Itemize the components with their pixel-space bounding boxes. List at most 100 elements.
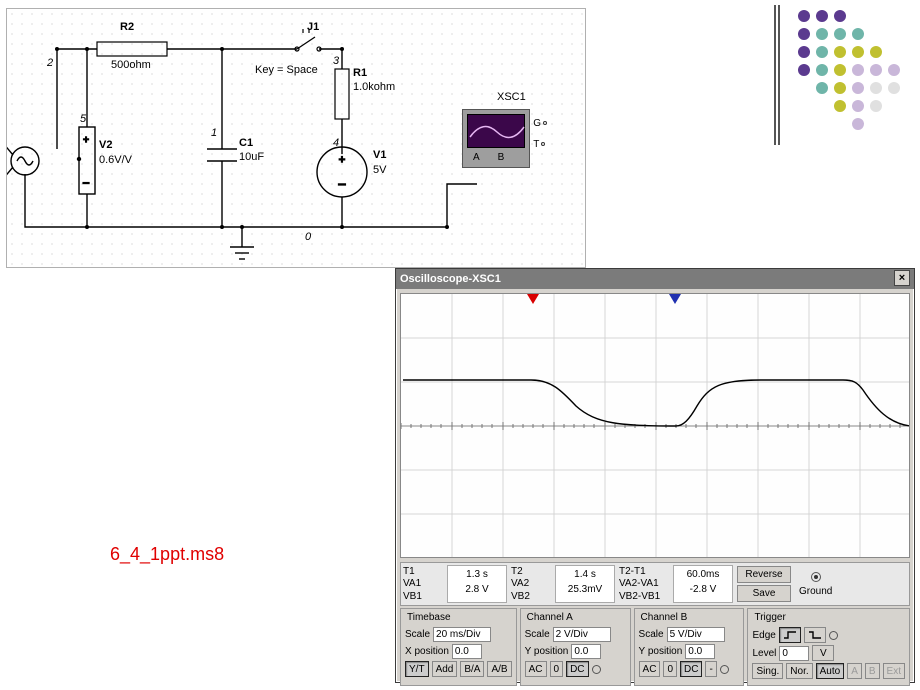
channelA-title: Channel A (525, 612, 575, 623)
sing-button[interactable]: Sing. (752, 663, 783, 679)
node-1: 1 (211, 127, 217, 139)
dt-values: 60.0ms -2.8 V (673, 565, 733, 603)
timebase-xpos-input[interactable] (452, 644, 482, 659)
dt-labels: T2-T1 VA2-VA1 VB2-VB1 (617, 563, 673, 605)
chB-ac-button[interactable]: AC (639, 661, 661, 677)
svg-text:−: − (82, 176, 89, 190)
xsc1-label: XSC1 (497, 91, 526, 103)
chA-ac-button[interactable]: AC (525, 661, 547, 677)
chB-scale-label: Scale (639, 629, 664, 640)
timebase-xpos-label: X position (405, 646, 449, 657)
cursor-t1[interactable] (527, 294, 539, 304)
node-3: 3 (333, 55, 339, 67)
timebase-scale-label: Scale (405, 629, 430, 640)
cursor-t2[interactable] (669, 294, 681, 304)
chA-dc-button[interactable]: DC (566, 661, 588, 677)
trigB-button[interactable]: B (865, 663, 880, 679)
readout-strip: T1 VA1 VB1 1.3 s 2.8 V T2 VA2 VB2 1.4 s … (400, 562, 910, 606)
t2-values: 1.4 s 25.3mV (555, 565, 615, 603)
chB-0-button[interactable]: 0 (663, 661, 677, 677)
t2-labels: T2 VA2 VB2 (509, 563, 555, 605)
trigA-button[interactable]: A (847, 663, 862, 679)
trigger-panel: Trigger Edge Level V Sing. Nor. Auto (747, 608, 910, 686)
svg-text:−: − (338, 176, 346, 192)
close-icon[interactable]: × (894, 270, 910, 286)
chA-scale-input[interactable] (553, 627, 611, 642)
chB-dc-button[interactable]: DC (680, 661, 702, 677)
decor-dots (798, 10, 900, 130)
c1-value: 10uF (239, 151, 264, 163)
r2-label: R2 (120, 21, 134, 33)
v1-label: V1 (373, 149, 386, 161)
v2-label: V2 (99, 139, 112, 151)
ab-button[interactable]: A/B (487, 661, 511, 677)
trigger-title: Trigger (752, 612, 787, 623)
timebase-panel: Timebase Scale X position Y/T Add B/A A/… (400, 608, 517, 686)
titlebar[interactable]: Oscilloscope-XSC1 × (396, 269, 914, 289)
r1-label: R1 (353, 67, 367, 79)
oscilloscope-window: Oscilloscope-XSC1 × (395, 268, 915, 683)
reverse-button[interactable]: Reverse (737, 566, 791, 583)
svg-text:+: + (83, 135, 89, 146)
chA-0-button[interactable]: 0 (550, 661, 564, 677)
scope-termT: T (533, 139, 539, 150)
ground-radio-icon[interactable] (811, 572, 821, 582)
c1-label: C1 (239, 137, 253, 149)
channelB-panel: Channel B Scale Y position AC 0 DC - (634, 608, 745, 686)
level-label: Level (752, 648, 776, 659)
chA-ypos-input[interactable] (571, 644, 601, 659)
scope-termG: G (533, 118, 541, 129)
ground-option[interactable]: Ground (793, 563, 838, 605)
scope-termB: B (498, 152, 505, 163)
chB-scale-input[interactable] (667, 627, 725, 642)
scope-termA: A (473, 152, 480, 163)
scope-instrument-icon[interactable]: A B G T (462, 109, 530, 168)
file-caption: 6_4_1ppt.ms8 (110, 545, 224, 563)
r1-value: 1.0kohm (353, 81, 395, 93)
svg-text:+: + (339, 154, 345, 166)
channelB-title: Channel B (639, 612, 690, 623)
channelA-panel: Channel A Scale Y position AC 0 DC (520, 608, 631, 686)
decor-vertical-bars (774, 5, 780, 145)
j1-key: Key = Space (255, 64, 318, 76)
chB-probe-icon[interactable] (720, 665, 729, 674)
t1-labels: T1 VA1 VB1 (401, 563, 447, 605)
chB-inv-button[interactable]: - (705, 661, 716, 677)
save-button[interactable]: Save (737, 585, 791, 602)
scope-grid-icon (401, 294, 910, 557)
node-2: 2 (47, 57, 53, 69)
falling-edge-icon (808, 630, 822, 640)
node-5: 5 (80, 113, 86, 125)
window-title: Oscilloscope-XSC1 (400, 269, 501, 289)
r2-value: 500ohm (111, 59, 151, 71)
rising-edge-icon (783, 630, 797, 640)
scope-display[interactable] (400, 293, 910, 558)
chB-ypos-label: Y position (639, 646, 683, 657)
edge-rising-button[interactable] (779, 627, 801, 643)
timebase-title: Timebase (405, 612, 453, 623)
circuit-schematic: + − + − (6, 8, 586, 268)
edge-label: Edge (752, 630, 775, 641)
chB-ypos-input[interactable] (685, 644, 715, 659)
ba-button[interactable]: B/A (460, 661, 484, 677)
v2-value: 0.6V/V (99, 154, 132, 166)
ground-label: Ground (799, 586, 832, 597)
node-0: 0 (305, 231, 311, 243)
nor-button[interactable]: Nor. (786, 663, 812, 679)
level-input[interactable] (779, 646, 809, 661)
chA-scale-label: Scale (525, 629, 550, 640)
node-4: 4 (333, 137, 339, 149)
yt-button[interactable]: Y/T (405, 661, 429, 677)
chA-ypos-label: Y position (525, 646, 569, 657)
auto-button[interactable]: Auto (816, 663, 845, 679)
j1-label: J1 (307, 21, 319, 33)
level-unit-button[interactable]: V (812, 645, 834, 661)
t1-values: 1.3 s 2.8 V (447, 565, 507, 603)
v1-value: 5V (373, 164, 386, 176)
edge-falling-button[interactable] (804, 627, 826, 643)
add-button[interactable]: Add (432, 661, 458, 677)
trigger-probe-icon[interactable] (829, 631, 838, 640)
chA-probe-icon[interactable] (592, 665, 601, 674)
timebase-scale-input[interactable] (433, 627, 491, 642)
trigExt-button[interactable]: Ext (883, 663, 905, 679)
